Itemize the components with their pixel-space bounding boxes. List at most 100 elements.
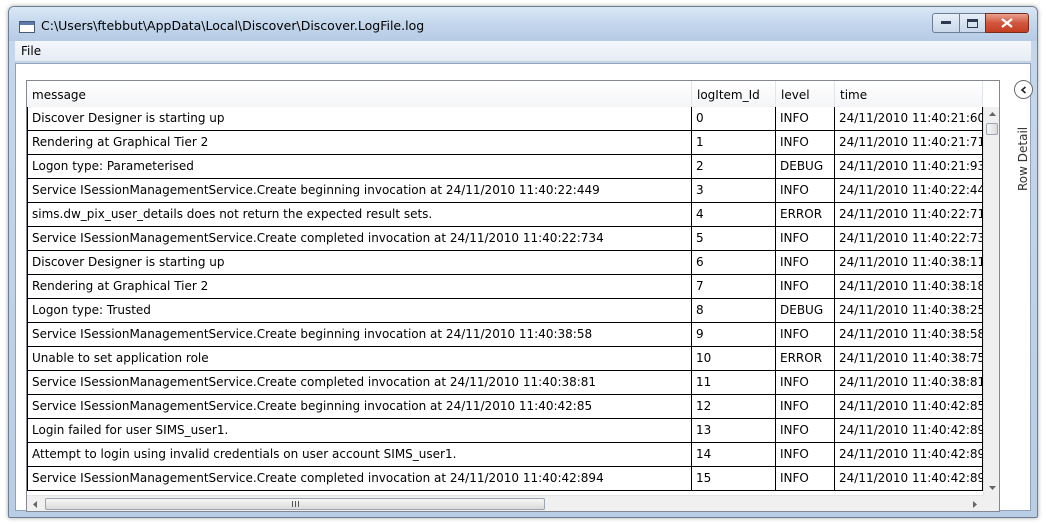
cell-time[interactable]: 24/11/2010 11:40:38:58	[835, 323, 983, 347]
table-row[interactable]: Service ISessionManagementService.Create…	[27, 395, 983, 419]
cell-logitem-id[interactable]: 9	[692, 323, 776, 347]
table-row[interactable]: Service ISessionManagementService.Create…	[27, 227, 983, 251]
cell-time[interactable]: 24/11/2010 11:40:42:89	[835, 419, 983, 443]
cell-level[interactable]: INFO	[776, 323, 835, 347]
cell-logitem-id[interactable]: 10	[692, 347, 776, 371]
table-row[interactable]: Service ISessionManagementService.Create…	[27, 467, 983, 491]
table-row[interactable]: Logon type: Trusted 8 DEBUG 24/11/2010 11:4…	[27, 299, 983, 323]
cell-message[interactable]: Attempt to login using invalid credentia…	[27, 443, 692, 467]
column-header-time[interactable]: time	[835, 81, 983, 107]
table-row[interactable]: Service ISessionManagementService.Create…	[27, 371, 983, 395]
cell-level[interactable]: INFO	[776, 467, 835, 491]
cell-time[interactable]: 24/11/2010 11:40:22:44	[835, 179, 983, 203]
cell-level[interactable]: INFO	[776, 275, 835, 299]
cell-level[interactable]: INFO	[776, 179, 835, 203]
cell-time[interactable]: 24/11/2010 11:40:38:81	[835, 371, 983, 395]
cell-level[interactable]: INFO	[776, 131, 835, 155]
table-row[interactable]: Service ISessionManagementService.Create…	[27, 323, 983, 347]
column-header-level[interactable]: level	[776, 81, 835, 107]
cell-time[interactable]: 24/11/2010 11:40:42:89	[835, 443, 983, 467]
cell-message[interactable]: Discover Designer is starting up	[27, 107, 692, 131]
cell-message[interactable]: Service ISessionManagementService.Create…	[27, 323, 692, 347]
cell-time[interactable]: 24/11/2010 11:40:42:89	[835, 467, 983, 491]
table-row[interactable]: Rendering at Graphical Tier 2 1 INFO 24/11/…	[27, 131, 983, 155]
scroll-left-arrow-icon[interactable]	[30, 499, 40, 509]
cell-time[interactable]: 24/11/2010 11:40:21:60	[835, 107, 983, 131]
table-row[interactable]: Logon type: Parameterised 2 DEBUG 24/11/201…	[27, 155, 983, 179]
horizontal-scrollbar[interactable]	[27, 495, 983, 511]
cell-logitem-id[interactable]: 6	[692, 251, 776, 275]
cell-time[interactable]: 24/11/2010 11:40:38:25	[835, 299, 983, 323]
cell-message[interactable]: Login failed for user SIMS_user1.	[27, 419, 692, 443]
cell-message[interactable]: Logon type: Parameterised	[27, 155, 692, 179]
cell-level[interactable]: INFO	[776, 251, 835, 275]
cell-logitem-id[interactable]: 4	[692, 203, 776, 227]
cell-level[interactable]: INFO	[776, 371, 835, 395]
table-row[interactable]: Login failed for user SIMS_user1. 13 INFO 2…	[27, 419, 983, 443]
cell-message[interactable]: Service ISessionManagementService.Create…	[27, 395, 692, 419]
cell-logitem-id[interactable]: 11	[692, 371, 776, 395]
cell-message[interactable]: Logon type: Trusted	[27, 299, 692, 323]
cell-logitem-id[interactable]: 15	[692, 467, 776, 491]
table-row[interactable]: Attempt to login using invalid credentia…	[27, 443, 983, 467]
cell-message[interactable]: Service ISessionManagementService.Create…	[27, 179, 692, 203]
close-button[interactable]	[985, 13, 1029, 33]
cell-logitem-id[interactable]: 5	[692, 227, 776, 251]
minimize-button[interactable]	[932, 13, 959, 33]
cell-level[interactable]: DEBUG	[776, 155, 835, 179]
app-icon[interactable]	[19, 21, 35, 33]
cell-time[interactable]: 24/11/2010 11:40:38:18	[835, 275, 983, 299]
vertical-scroll-thumb[interactable]	[986, 123, 998, 135]
scroll-up-arrow-icon[interactable]	[987, 109, 997, 119]
maximize-button[interactable]	[959, 13, 985, 33]
table-row[interactable]: Rendering at Graphical Tier 2 7 INFO 24/11/…	[27, 275, 983, 299]
expand-row-detail-button[interactable]	[1014, 80, 1033, 99]
cell-level[interactable]: INFO	[776, 227, 835, 251]
vertical-scrollbar[interactable]	[983, 107, 999, 495]
cell-message[interactable]: sims.dw_pix_user_details does not return…	[27, 203, 692, 227]
column-header-logitem-id[interactable]: logItem_Id	[692, 81, 776, 107]
cell-message[interactable]: Rendering at Graphical Tier 2	[27, 131, 692, 155]
cell-level[interactable]: INFO	[776, 419, 835, 443]
cell-time[interactable]: 24/11/2010 11:40:42:85	[835, 395, 983, 419]
horizontal-scroll-thumb[interactable]	[45, 498, 545, 510]
row-detail-tab[interactable]: Row Detail	[1016, 111, 1032, 191]
cell-time[interactable]: 24/11/2010 11:40:38:11	[835, 251, 983, 275]
cell-message[interactable]: Service ISessionManagementService.Create…	[27, 467, 692, 491]
table-row[interactable]: Unable to set application role 10 ERROR 24/…	[27, 347, 983, 371]
cell-time[interactable]: 24/11/2010 11:40:22:73	[835, 227, 983, 251]
cell-message[interactable]: Rendering at Graphical Tier 2	[27, 275, 692, 299]
column-header-message[interactable]: message	[27, 81, 692, 107]
cell-message[interactable]: Service ISessionManagementService.Create…	[27, 371, 692, 395]
cell-time[interactable]: 24/11/2010 11:40:21:71	[835, 131, 983, 155]
cell-message[interactable]: Service ISessionManagementService.Create…	[27, 227, 692, 251]
cell-logitem-id[interactable]: 12	[692, 395, 776, 419]
cell-logitem-id[interactable]: 0	[692, 107, 776, 131]
cell-level[interactable]: INFO	[776, 107, 835, 131]
cell-level[interactable]: INFO	[776, 443, 835, 467]
cell-time[interactable]: 24/11/2010 11:40:22:71	[835, 203, 983, 227]
cell-logitem-id[interactable]: 2	[692, 155, 776, 179]
cell-message[interactable]: Discover Designer is starting up	[27, 251, 692, 275]
cell-logitem-id[interactable]: 13	[692, 419, 776, 443]
scroll-right-arrow-icon[interactable]	[970, 499, 980, 509]
scroll-down-arrow-icon[interactable]	[987, 483, 997, 493]
cell-level[interactable]: DEBUG	[776, 299, 835, 323]
cell-level[interactable]: INFO	[776, 395, 835, 419]
table-row[interactable]: Discover Designer is starting up 0 INFO 24/…	[27, 107, 983, 131]
cell-logitem-id[interactable]: 14	[692, 443, 776, 467]
cell-logitem-id[interactable]: 3	[692, 179, 776, 203]
table-row[interactable]: Discover Designer is starting up 6 INFO 24/…	[27, 251, 983, 275]
menu-file[interactable]: File	[19, 44, 43, 58]
cell-logitem-id[interactable]: 7	[692, 275, 776, 299]
cell-level[interactable]: ERROR	[776, 203, 835, 227]
table-row[interactable]: sims.dw_pix_user_details does not return…	[27, 203, 983, 227]
title-bar[interactable]: C:\Users\ftebbut\AppData\Local\Discover\…	[9, 7, 1037, 41]
cell-message[interactable]: Unable to set application role	[27, 347, 692, 371]
cell-time[interactable]: 24/11/2010 11:40:21:93	[835, 155, 983, 179]
cell-time[interactable]: 24/11/2010 11:40:38:75	[835, 347, 983, 371]
cell-logitem-id[interactable]: 1	[692, 131, 776, 155]
cell-logitem-id[interactable]: 8	[692, 299, 776, 323]
table-row[interactable]: Service ISessionManagementService.Create…	[27, 179, 983, 203]
cell-level[interactable]: ERROR	[776, 347, 835, 371]
